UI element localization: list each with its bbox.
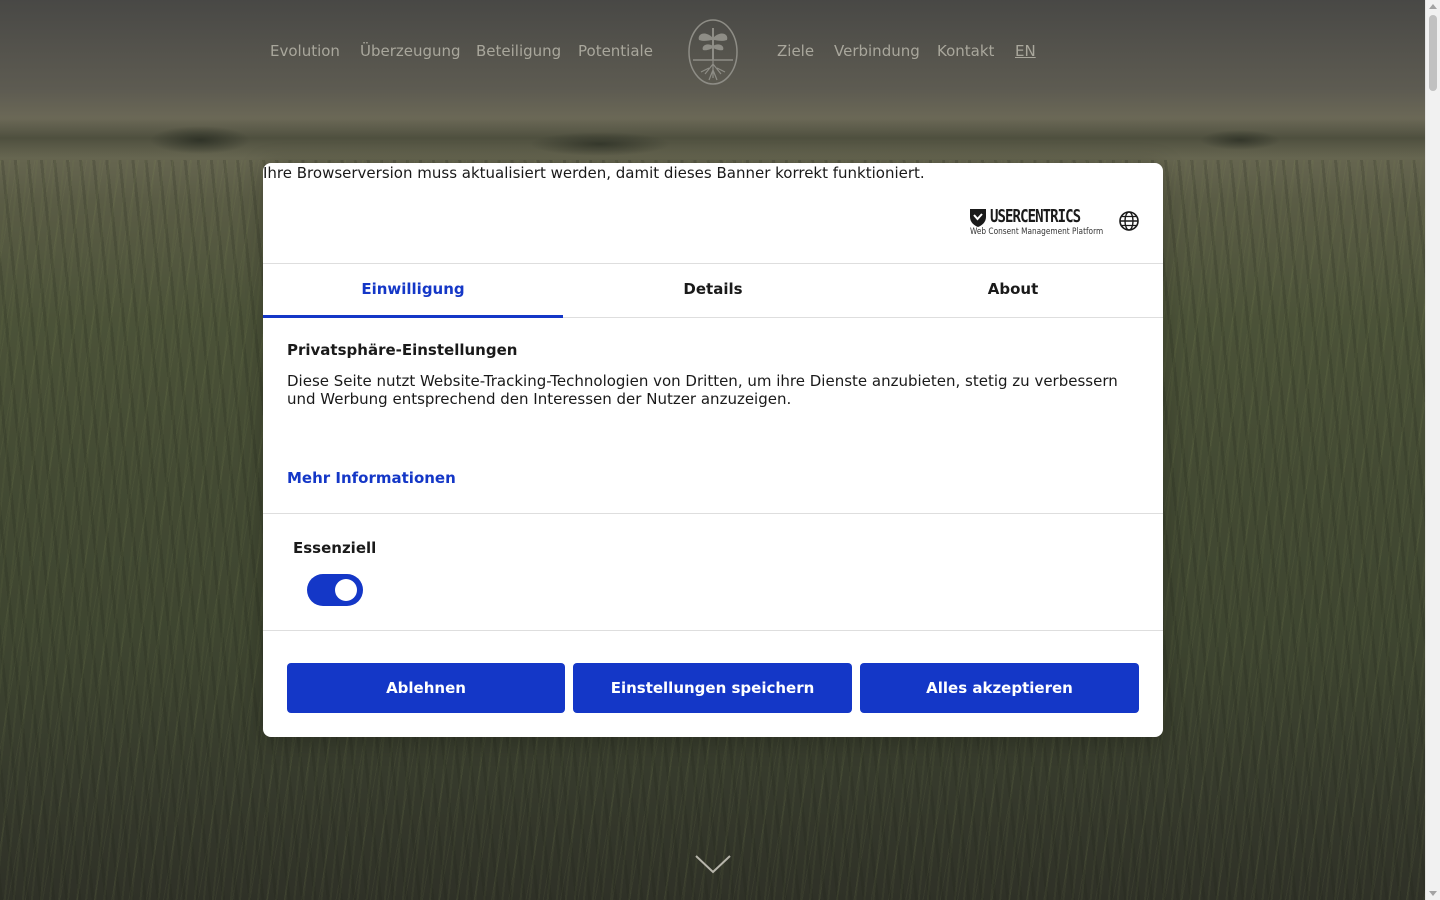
shield-icon bbox=[970, 209, 986, 227]
nav-link-potentiale[interactable]: Potentiale bbox=[578, 42, 653, 60]
chevron-down-icon[interactable] bbox=[694, 852, 732, 876]
top-navigation: Evolution Überzeugung Beteiligung Potent… bbox=[0, 0, 1425, 105]
scrollbar-thumb[interactable] bbox=[1429, 15, 1437, 91]
language-switch-en[interactable]: EN bbox=[1015, 42, 1036, 60]
consent-tabs: Einwilligung Details About bbox=[263, 263, 1163, 318]
toggle-knob bbox=[335, 579, 357, 601]
divider bbox=[263, 630, 1163, 631]
brand-tagline: Web Consent Management Platform bbox=[970, 227, 1104, 237]
scroll-down-arrow-icon[interactable] bbox=[1429, 891, 1437, 896]
consent-dialog: Ihre Browserversion muss aktualisiert we… bbox=[263, 163, 1163, 737]
tab-einwilligung[interactable]: Einwilligung bbox=[263, 264, 563, 318]
plant-roots-emblem-icon[interactable] bbox=[687, 18, 739, 86]
nav-link-ziele[interactable]: Ziele bbox=[777, 42, 814, 60]
essenziell-toggle[interactable] bbox=[308, 575, 362, 605]
accept-all-button[interactable]: Alles akzeptieren bbox=[860, 663, 1139, 713]
save-settings-button[interactable]: Einstellungen speichern bbox=[573, 663, 852, 713]
consent-description: Diese Seite nutzt Website-Tracking-Techn… bbox=[287, 372, 1118, 408]
tab-details[interactable]: Details bbox=[563, 264, 863, 318]
privacy-settings-title: Privatsphäre-Einstellungen bbox=[287, 341, 518, 359]
treeline bbox=[0, 118, 1425, 158]
usercentrics-logo: USERCENTRICS Web Consent Management Plat… bbox=[969, 206, 1103, 239]
divider bbox=[263, 513, 1163, 514]
category-label-essenziell: Essenziell bbox=[293, 539, 377, 557]
page-scrollbar[interactable] bbox=[1425, 0, 1440, 900]
scroll-up-arrow-icon[interactable] bbox=[1429, 4, 1437, 9]
nav-link-verbindung[interactable]: Verbindung bbox=[834, 42, 920, 60]
deny-button[interactable]: Ablehnen bbox=[287, 663, 565, 713]
nav-link-beteiligung[interactable]: Beteiligung bbox=[476, 42, 561, 60]
more-information-link[interactable]: Mehr Informationen bbox=[287, 469, 456, 487]
tab-about[interactable]: About bbox=[863, 264, 1163, 318]
globe-icon[interactable] bbox=[1119, 211, 1139, 231]
nav-link-kontakt[interactable]: Kontakt bbox=[937, 42, 994, 60]
nav-link-evolution[interactable]: Evolution bbox=[270, 42, 340, 60]
nav-link-ueberzeugung[interactable]: Überzeugung bbox=[360, 42, 461, 60]
browser-warning: Ihre Browserversion muss aktualisiert we… bbox=[263, 164, 925, 182]
brand-name: USERCENTRICS bbox=[990, 206, 1081, 227]
